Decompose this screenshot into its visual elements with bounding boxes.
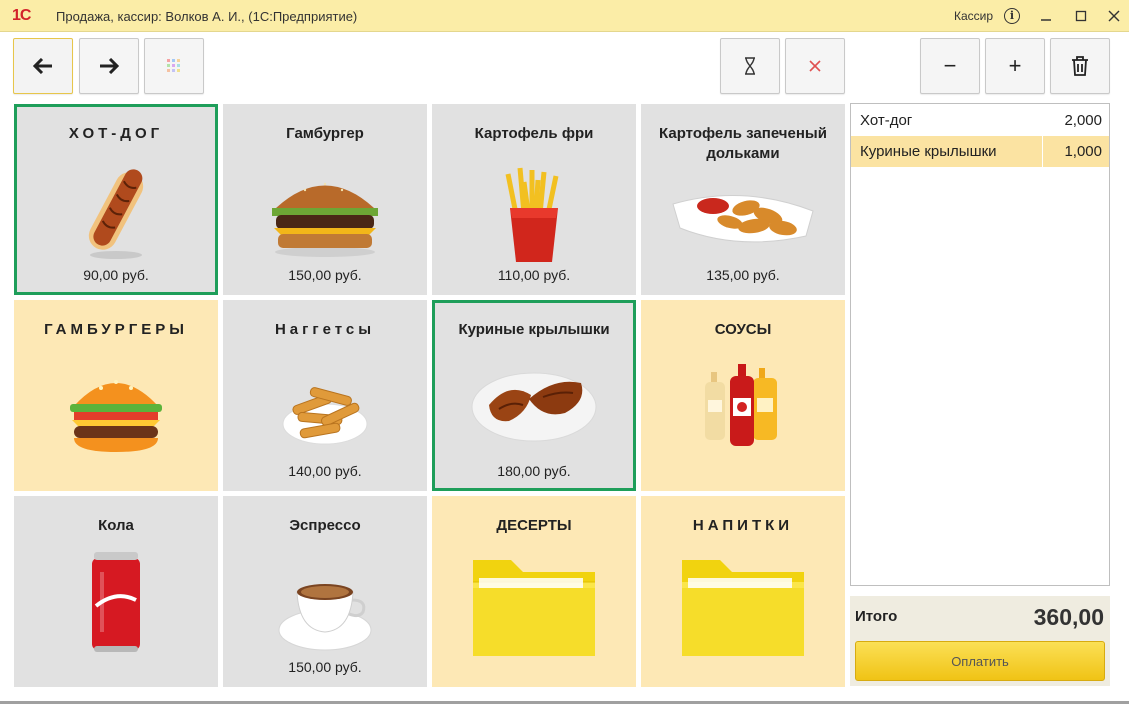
arrow-left-icon bbox=[33, 58, 52, 74]
tile-price: 140,00 руб. bbox=[288, 463, 362, 479]
tile-nuggets[interactable]: Наггетсы 140,00 руб. bbox=[223, 300, 427, 491]
category-hamburgers[interactable]: ГАМБУРГЕРЫ bbox=[14, 300, 218, 491]
tile-name: ХОТ-ДОГ bbox=[68, 125, 164, 142]
hourglass-button[interactable] bbox=[720, 38, 780, 94]
maximize-icon[interactable] bbox=[1071, 6, 1091, 26]
tile-price: 150,00 руб. bbox=[288, 267, 362, 283]
hamburger-image bbox=[272, 182, 378, 257]
wedges-image bbox=[672, 195, 814, 243]
total-label: Итого bbox=[855, 608, 898, 625]
tile-espresso[interactable]: Эспрессо 150,00 руб. bbox=[223, 496, 427, 687]
forward-button[interactable] bbox=[79, 38, 139, 94]
tile-hamburger[interactable]: Гамбургер 150,00 руб. bbox=[223, 104, 427, 295]
tile-name: Куриные крылышки bbox=[458, 321, 610, 338]
total-panel: Итого 360,00 Оплатить bbox=[850, 596, 1110, 686]
cell-divider bbox=[1042, 136, 1043, 167]
folder-icon bbox=[473, 560, 595, 656]
receipt-item-name: Хот-дог bbox=[860, 112, 913, 129]
tile-price: 150,00 руб. bbox=[288, 659, 362, 675]
category-drinks[interactable]: НАПИТКИ bbox=[641, 496, 845, 687]
receipt-item-name: Куриные крылышки bbox=[860, 143, 997, 160]
tile-name: СОУСЫ bbox=[714, 321, 772, 338]
plus-icon: + bbox=[1008, 53, 1022, 78]
receipt-row[interactable]: Хот-дог 2,000 bbox=[851, 105, 1109, 136]
close-window-icon[interactable] bbox=[1104, 6, 1124, 26]
decrease-quantity-button[interactable]: − bbox=[920, 38, 980, 94]
title-bar: 1С Продажа, кассир: Волков А. И., (1С:Пр… bbox=[0, 0, 1129, 32]
tile-name: Картофель запеченый дольками bbox=[659, 125, 827, 162]
tile-hotdog[interactable]: ХОТ-ДОГ 90,00 руб. bbox=[14, 104, 218, 295]
category-desserts[interactable]: ДЕСЕРТЫ bbox=[432, 496, 636, 687]
info-icon[interactable]: i bbox=[1002, 6, 1022, 26]
sauces-image bbox=[705, 364, 777, 446]
window-title: Продажа, кассир: Волков А. И., (1С:Предп… bbox=[56, 9, 358, 24]
espresso-image bbox=[278, 584, 372, 651]
cola-can-image bbox=[92, 552, 140, 652]
minimize-icon[interactable] bbox=[1036, 6, 1056, 26]
tile-name: Наггетсы bbox=[274, 321, 376, 338]
pay-button[interactable]: Оплатить bbox=[855, 641, 1105, 681]
tile-chicken-wings[interactable]: Куриные крылышки 180,00 руб. bbox=[432, 300, 636, 491]
app-logo: 1С bbox=[12, 7, 31, 24]
grid-view-button[interactable] bbox=[144, 38, 204, 94]
increase-quantity-button[interactable]: + bbox=[985, 38, 1045, 94]
cross-icon bbox=[809, 60, 821, 72]
tile-name: Кола bbox=[98, 517, 134, 534]
tile-cola[interactable]: Кола bbox=[14, 496, 218, 687]
tile-name: НАПИТКИ bbox=[692, 517, 794, 534]
tile-price: 90,00 руб. bbox=[83, 267, 149, 283]
receipt-list[interactable]: Хот-дог 2,000 Куриные крылышки 1,000 bbox=[850, 103, 1110, 586]
tile-fries[interactable]: Картофель фри 110,00 руб. bbox=[432, 104, 636, 295]
delete-row-button[interactable] bbox=[1050, 38, 1110, 94]
tile-name: Эспрессо bbox=[289, 517, 361, 534]
tile-price: 135,00 руб. bbox=[706, 267, 780, 283]
tile-name: ГАМБУРГЕРЫ bbox=[44, 321, 188, 338]
tile-name: ДЕСЕРТЫ bbox=[496, 517, 572, 534]
tile-name: Картофель фри bbox=[474, 125, 594, 142]
tile-price: 110,00 руб. bbox=[497, 267, 571, 283]
hourglass-icon bbox=[745, 57, 755, 75]
wings-image bbox=[471, 372, 597, 442]
receipt-row-selected[interactable]: Куриные крылышки 1,000 bbox=[851, 136, 1109, 167]
category-sauces[interactable]: СОУСЫ bbox=[641, 300, 845, 491]
tile-potato-wedges[interactable]: Картофель запеченый дольками 135,00 руб. bbox=[641, 104, 845, 295]
folder-icon bbox=[682, 560, 804, 656]
back-button[interactable] bbox=[13, 38, 73, 94]
trash-icon bbox=[1072, 56, 1088, 76]
arrow-right-icon bbox=[100, 58, 119, 74]
receipt-item-qty: 1,000 bbox=[1064, 143, 1102, 160]
tile-price: 180,00 руб. bbox=[497, 463, 571, 479]
hotdog-image bbox=[88, 169, 144, 259]
nuggets-image bbox=[282, 387, 368, 445]
burger-icon bbox=[70, 380, 162, 452]
total-value: 360,00 bbox=[1033, 604, 1104, 630]
cancel-button[interactable] bbox=[785, 38, 845, 94]
minus-icon: − bbox=[943, 53, 957, 78]
user-label: Кассир bbox=[954, 9, 994, 23]
fries-image bbox=[505, 167, 559, 262]
grid-icon bbox=[167, 59, 180, 72]
receipt-item-qty: 2,000 bbox=[1064, 112, 1102, 129]
tile-name: Гамбургер bbox=[286, 125, 364, 142]
